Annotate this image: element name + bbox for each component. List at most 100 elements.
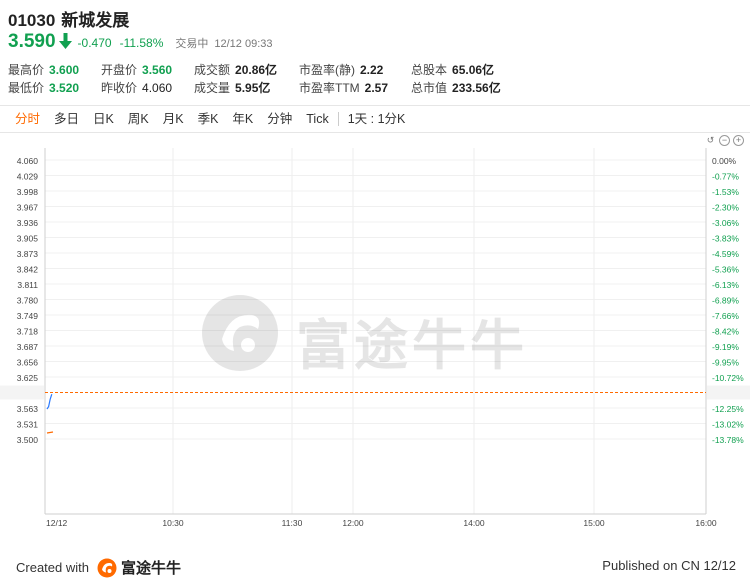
stat-value: 2.57 bbox=[364, 81, 389, 95]
status-text: 交易中 bbox=[175, 38, 209, 50]
x-tick-label: 11:30 bbox=[282, 518, 303, 528]
y-tick-label: 3.936 bbox=[17, 218, 39, 228]
tab-5[interactable]: 季K bbox=[191, 106, 226, 132]
tab-3[interactable]: 周K bbox=[121, 106, 156, 132]
stat-value: 3.560 bbox=[142, 63, 173, 77]
stat-value: 65.06亿 bbox=[452, 63, 495, 77]
pct-tick-label: 0.00% bbox=[712, 156, 737, 166]
tab-7[interactable]: 分钟 bbox=[260, 106, 299, 132]
x-tick-label: 16:00 bbox=[695, 518, 717, 528]
y-tick-label: 3.563 bbox=[17, 404, 39, 414]
stat-item: 昨收价 4.060 bbox=[101, 79, 172, 96]
interval-selector[interactable]: 1天 : 1分K bbox=[341, 106, 413, 132]
stat-item: 市盈率(静) 2.22 bbox=[299, 61, 383, 78]
pct-tick-label: -1.53% bbox=[712, 187, 739, 197]
y-tick-label: 3.873 bbox=[17, 249, 39, 259]
stat-item: 成交量 5.95亿 bbox=[194, 79, 270, 96]
stat-label: 总市值 bbox=[411, 81, 448, 95]
tab-2[interactable]: 日K bbox=[86, 106, 121, 132]
stat-label: 最低价 bbox=[8, 81, 45, 95]
futu-logo-icon bbox=[97, 558, 117, 577]
y-tick-label: 3.998 bbox=[17, 187, 39, 197]
tab-separator bbox=[337, 112, 339, 126]
stat-value: 3.600 bbox=[49, 63, 80, 77]
y-tick-label: 3.842 bbox=[17, 265, 39, 275]
stat-value: 233.56亿 bbox=[452, 81, 501, 95]
stat-value: 4.060 bbox=[142, 81, 173, 95]
y-tick-label: 3.656 bbox=[17, 358, 39, 368]
status-time: 12/12 09:33 bbox=[214, 38, 273, 50]
arrow-down-icon bbox=[58, 33, 72, 49]
stat-label: 成交量 bbox=[194, 81, 231, 95]
stat-label: 市盈率TTM bbox=[299, 81, 360, 95]
pct-tick-label: -6.13% bbox=[712, 280, 739, 290]
chart-toolbar: ↺ − + bbox=[705, 135, 744, 146]
pct-tick-label: -3.06% bbox=[712, 218, 739, 228]
stat-label: 开盘价 bbox=[101, 63, 138, 77]
pct-tick-label: -0.77% bbox=[712, 172, 739, 182]
stat-label: 市盈率(静) bbox=[299, 63, 355, 77]
y-tick-label: 3.749 bbox=[17, 311, 39, 321]
y-tick-label: 3.967 bbox=[17, 203, 39, 213]
zoom-out-icon[interactable]: − bbox=[719, 135, 730, 146]
trading-status: 交易中 12/12 09:33 bbox=[175, 35, 272, 51]
pct-tick-label: -9.19% bbox=[712, 342, 739, 352]
stat-label: 总股本 bbox=[411, 63, 448, 77]
zoom-in-icon[interactable]: + bbox=[733, 135, 744, 146]
pct-tick-label: -13.78% bbox=[712, 435, 744, 445]
avg-series-line bbox=[46, 431, 54, 434]
y-tick-label: 3.905 bbox=[17, 234, 39, 244]
y-tick-label: 3.811 bbox=[17, 280, 38, 290]
y-tick-label: 3.718 bbox=[17, 327, 39, 337]
pct-tick-label: -10.72% bbox=[712, 373, 744, 383]
stat-item: 市盈率TTM 2.57 bbox=[299, 79, 388, 96]
stock-header: 01030 新城发展 3.590 -0.470 -11.58% 交易中 12/12 … bbox=[0, 0, 750, 105]
stock-code: 01030 bbox=[8, 11, 56, 30]
pct-tick-label: -2.30% bbox=[712, 203, 739, 213]
current-price-bg bbox=[0, 385, 44, 400]
stock-name: 新城发展 bbox=[61, 11, 130, 30]
watermark-logo-icon bbox=[202, 295, 278, 371]
y-tick-label: 4.060 bbox=[17, 156, 39, 166]
tab-8[interactable]: Tick bbox=[299, 106, 335, 132]
footer: Created with 富途牛牛 Published on CN 12/12 bbox=[0, 549, 750, 586]
tab-6[interactable]: 年K bbox=[225, 106, 260, 132]
price-series-line bbox=[46, 393, 53, 410]
price-change-pct: -11.58% bbox=[119, 36, 164, 50]
watermark: 富途牛牛 bbox=[200, 293, 560, 376]
price-change: -0.470 bbox=[77, 36, 112, 50]
created-with: Created with 富途牛牛 bbox=[16, 557, 181, 578]
x-tick-label: 10:30 bbox=[162, 518, 184, 528]
current-pct-bg bbox=[707, 385, 750, 400]
stat-label: 昨收价 bbox=[101, 81, 138, 95]
tab-4[interactable]: 月K bbox=[156, 106, 191, 132]
tab-0[interactable]: 分时 bbox=[8, 106, 47, 132]
reset-icon[interactable]: ↺ bbox=[705, 135, 716, 146]
stat-label: 成交额 bbox=[194, 63, 231, 77]
stat-item: 总股本 65.06亿 bbox=[411, 61, 494, 78]
pct-tick-label: -6.89% bbox=[712, 296, 739, 306]
stat-value: 5.95亿 bbox=[235, 81, 271, 95]
pct-tick-label: -7.66% bbox=[712, 311, 739, 321]
tab-1[interactable]: 多日 bbox=[47, 106, 86, 132]
created-prefix: Created with bbox=[16, 560, 89, 575]
stat-item: 开盘价 3.560 bbox=[101, 61, 172, 78]
pct-tick-label: -5.36% bbox=[712, 265, 739, 275]
published-info: Published on CN 12/12 bbox=[602, 558, 736, 573]
price-row: 3.590 -0.470 -11.58% 交易中 12/12 09:33 bbox=[8, 31, 273, 55]
current-price: 3.590 bbox=[8, 31, 56, 52]
stat-item: 最高价 3.600 bbox=[8, 61, 79, 78]
pct-tick-label: -13.02% bbox=[712, 420, 744, 430]
period-tabs: 分时 多日 日K 周K 月K 季K 年K 分钟 Tick 1天 : 1分K bbox=[0, 105, 750, 133]
pct-tick-label: -8.42% bbox=[712, 327, 739, 337]
x-tick-label: 12:00 bbox=[342, 518, 364, 528]
stock-title: 01030 新城发展 bbox=[8, 6, 129, 31]
x-tick-label: 12/12 bbox=[46, 518, 68, 528]
stat-item: 成交额 20.86亿 bbox=[194, 61, 277, 78]
x-tick-label: 14:00 bbox=[463, 518, 485, 528]
stat-value: 3.520 bbox=[49, 81, 80, 95]
y-tick-label: 4.029 bbox=[17, 172, 39, 182]
pct-tick-label: -9.95% bbox=[712, 358, 739, 368]
watermark-text: 富途牛牛 bbox=[296, 316, 528, 376]
pct-tick-label: -12.25% bbox=[712, 404, 744, 414]
